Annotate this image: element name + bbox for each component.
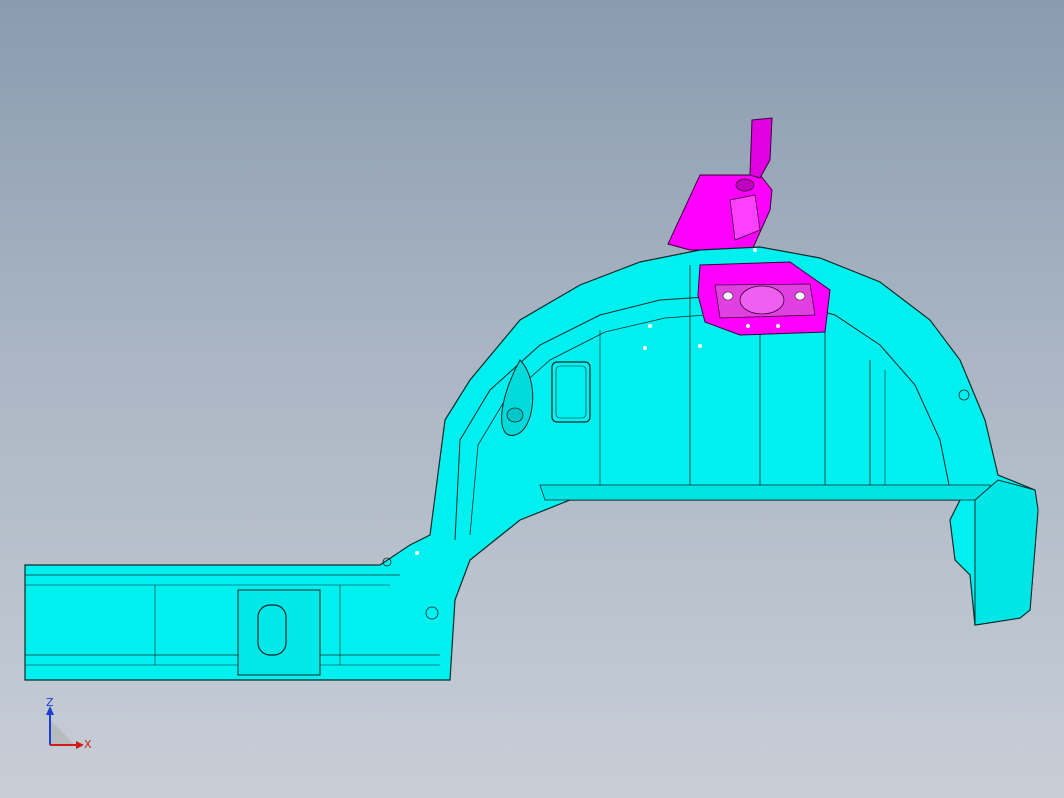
cad-model-canvas[interactable]: Z X [0, 0, 1064, 798]
axis-triad: Z X [46, 696, 92, 751]
rear-wheelhouse-inner-panel[interactable] [24, 246, 1039, 681]
x-axis-label: X [84, 738, 92, 751]
cad-viewport[interactable]: Z X [0, 0, 1064, 798]
shock-tower-bracket[interactable] [667, 117, 773, 251]
z-axis-label: Z [46, 696, 54, 709]
